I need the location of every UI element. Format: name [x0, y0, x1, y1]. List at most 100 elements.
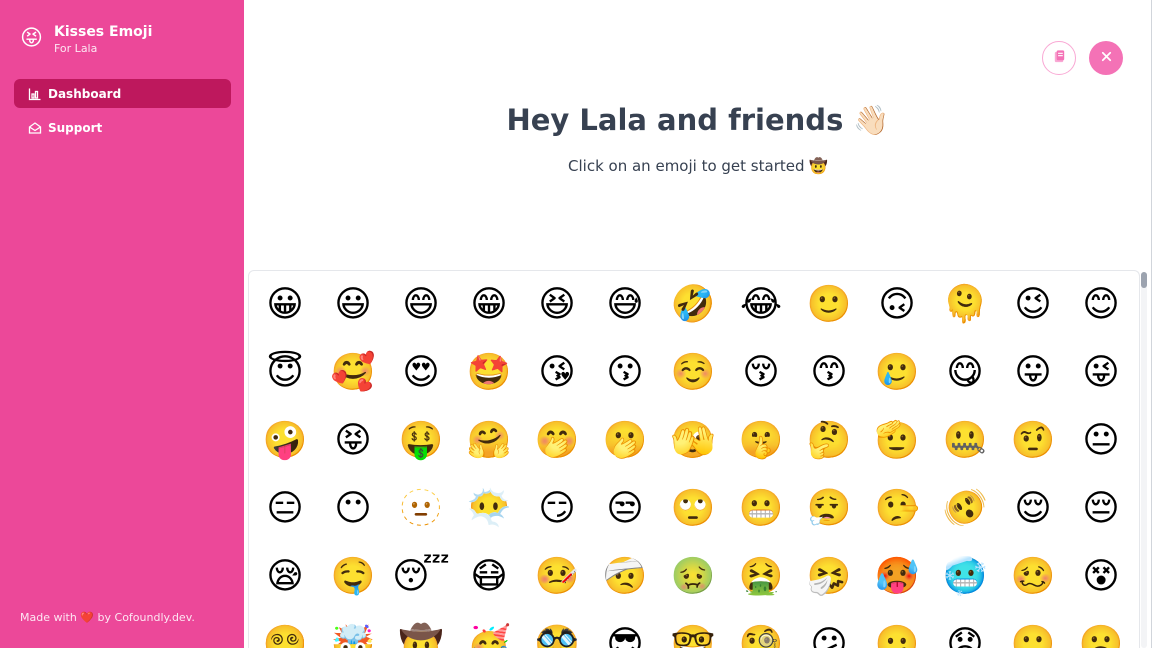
emoji-button[interactable]: 😀 [251, 271, 319, 339]
emoji-button[interactable]: 😂 [727, 271, 795, 339]
emoji-button[interactable]: 🫢 [591, 407, 659, 475]
brand-title: Kisses Emoji [54, 24, 153, 40]
emoji-button[interactable]: 😋 [931, 339, 999, 407]
emoji-button[interactable]: 🤐 [931, 407, 999, 475]
emoji-button[interactable]: 😐 [1067, 407, 1135, 475]
emoji-button[interactable]: 🫣 [659, 407, 727, 475]
scrollbar[interactable] [1141, 272, 1147, 648]
emoji-button[interactable]: 🤯 [319, 611, 387, 648]
emoji-button[interactable]: 🥲 [863, 339, 931, 407]
close-icon [1099, 49, 1114, 68]
emoji-button[interactable]: 😟 [931, 611, 999, 648]
emoji-button[interactable]: 🤫 [727, 407, 795, 475]
sidebar-nav: Dashboard Support [14, 79, 231, 147]
emoji-button[interactable]: 😌 [999, 475, 1067, 543]
emoji-button[interactable]: 🤔 [795, 407, 863, 475]
emoji-button[interactable]: 🤢 [659, 543, 727, 611]
emoji-button[interactable]: 🤮 [727, 543, 795, 611]
emoji-button[interactable]: 😕 [795, 611, 863, 648]
clipboard-icon [1052, 49, 1067, 68]
emoji-button[interactable]: 😒 [591, 475, 659, 543]
sidebar-item-support[interactable]: Support [14, 113, 231, 142]
emoji-button[interactable]: 🥸 [523, 611, 591, 648]
emoji-button[interactable]: 😅 [591, 271, 659, 339]
emoji-button[interactable]: 😙 [795, 339, 863, 407]
emoji-grid: 😀 😃 😄 😁 😆 😅 🤣 😂 🙂 🙃 🫠 😉 😊 😇 🥰 😍 🤩 😘 😗 ☺️ 😚 😙 🥲 😋 😛 😜 🤪 😝 🤑 🤗 🤭 🫢 🫣 🤫 🤔 🫡 🤐 🤨 😐… [249, 271, 1135, 648]
emoji-button[interactable]: 🫠 [931, 271, 999, 339]
heart-icon: ❤️ [80, 611, 95, 624]
emoji-button[interactable]: 🤠 [387, 611, 455, 648]
emoji-button[interactable]: 😍 [387, 339, 455, 407]
sidebar-item-dashboard[interactable]: Dashboard [14, 79, 231, 108]
emoji-button[interactable]: 🫥 [387, 475, 455, 543]
emoji-button[interactable]: 😜 [1067, 339, 1135, 407]
emoji-button[interactable]: 😄 [387, 271, 455, 339]
emoji-button[interactable]: 🥶 [931, 543, 999, 611]
brand[interactable]: 😝 Kisses Emoji For Lala [20, 24, 152, 56]
emoji-button[interactable]: 😘 [523, 339, 591, 407]
sidebar: 😝 Kisses Emoji For Lala Dashboard Suppor… [0, 0, 244, 648]
emoji-button[interactable]: 🤑 [387, 407, 455, 475]
emoji-button[interactable]: 🤪 [251, 407, 319, 475]
emoji-button[interactable]: 😮‍💨 [795, 475, 863, 543]
emoji-button[interactable]: 🙄 [659, 475, 727, 543]
emoji-button[interactable]: 🤓 [659, 611, 727, 648]
page-subtitle: Click on an emoji to get started 🤠 [568, 157, 828, 175]
emoji-button[interactable]: 🤧 [795, 543, 863, 611]
emoji-grid-panel: 😀 😃 😄 😁 😆 😅 🤣 😂 🙂 🙃 🫠 😉 😊 😇 🥰 😍 🤩 😘 😗 ☺️ 😚 😙 🥲 😋 😛 😜 🤪 😝 🤑 🤗 🤭 🫢 🫣 🤫 🤔 🫡 🤐 🤨 😐… [248, 270, 1140, 648]
emoji-button[interactable]: 🫡 [863, 407, 931, 475]
emoji-button[interactable]: 🤭 [523, 407, 591, 475]
emoji-button[interactable]: 😁 [455, 271, 523, 339]
emoji-button[interactable]: 🥵 [863, 543, 931, 611]
emoji-button[interactable]: 🧐 [727, 611, 795, 648]
emoji-button[interactable]: 😑 [251, 475, 319, 543]
emoji-button[interactable]: 😎 [591, 611, 659, 648]
scrollbar-thumb[interactable] [1141, 272, 1147, 288]
brand-logo-icon: 😝 [20, 26, 43, 51]
emoji-button[interactable]: 😝 [319, 407, 387, 475]
emoji-button[interactable]: 😶‍🌫️ [455, 475, 523, 543]
emoji-button[interactable]: 🤣 [659, 271, 727, 339]
emoji-button[interactable]: 😇 [251, 339, 319, 407]
emoji-button[interactable]: 😔 [1067, 475, 1135, 543]
emoji-button[interactable]: 🫨 [931, 475, 999, 543]
emoji-button[interactable]: 😊 [1067, 271, 1135, 339]
emoji-button[interactable]: ☺️ [659, 339, 727, 407]
footer-suffix[interactable]: by Cofoundly.dev. [98, 611, 195, 624]
emoji-button[interactable]: 🥴 [999, 543, 1067, 611]
emoji-button[interactable]: 😶 [319, 475, 387, 543]
emoji-button[interactable]: 🙁 [999, 611, 1067, 648]
emoji-button[interactable]: 😆 [523, 271, 591, 339]
emoji-button[interactable]: 😚 [727, 339, 795, 407]
emoji-button[interactable]: 🤨 [999, 407, 1067, 475]
emoji-button[interactable]: 😪 [251, 543, 319, 611]
inbox-icon [28, 121, 42, 135]
emoji-button[interactable]: 🥰 [319, 339, 387, 407]
emoji-button[interactable]: 🤤 [319, 543, 387, 611]
emoji-button[interactable]: 🙂 [795, 271, 863, 339]
copy-button[interactable] [1042, 41, 1076, 75]
footer-credit: Made with ❤️ by Cofoundly.dev. [20, 611, 195, 624]
close-button[interactable] [1089, 41, 1123, 75]
emoji-button[interactable]: 😵 [1067, 543, 1135, 611]
emoji-button[interactable]: 😛 [999, 339, 1067, 407]
emoji-button[interactable]: 😃 [319, 271, 387, 339]
emoji-button[interactable]: 🤩 [455, 339, 523, 407]
emoji-button[interactable]: 😗 [591, 339, 659, 407]
emoji-button[interactable]: 😉 [999, 271, 1067, 339]
emoji-button[interactable]: 🫤 [863, 611, 931, 648]
emoji-button[interactable]: 😴 [387, 543, 455, 611]
emoji-button[interactable]: 🤕 [591, 543, 659, 611]
emoji-button[interactable]: 🙃 [863, 271, 931, 339]
emoji-button[interactable]: ☹️ [1067, 611, 1135, 648]
emoji-button[interactable]: 😷 [455, 543, 523, 611]
emoji-button[interactable]: 🥳 [455, 611, 523, 648]
emoji-button[interactable]: 😬 [727, 475, 795, 543]
chart-icon [28, 87, 42, 101]
brand-subtitle: For Lala [54, 42, 98, 55]
emoji-button[interactable]: 🤥 [863, 475, 931, 543]
emoji-button[interactable]: 🤗 [455, 407, 523, 475]
emoji-button[interactable]: 🤒 [523, 543, 591, 611]
emoji-button[interactable]: 😵‍💫 [251, 611, 319, 648]
emoji-button[interactable]: 😏 [523, 475, 591, 543]
